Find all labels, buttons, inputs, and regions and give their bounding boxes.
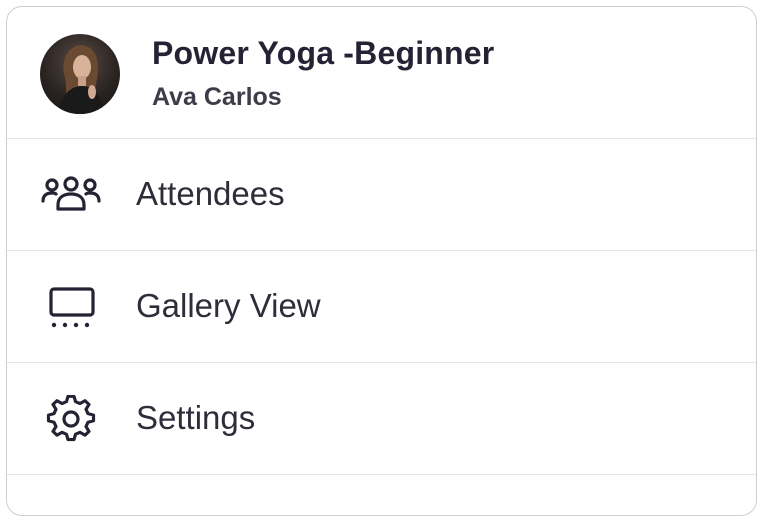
host-name: Ava Carlos: [152, 83, 282, 111]
gear-icon: [39, 394, 103, 443]
gallery-view-icon: [39, 283, 103, 331]
menu-item-label: Gallery View: [136, 287, 321, 324]
menu-item-label: Settings: [136, 399, 256, 436]
menu-footer: [7, 475, 756, 515]
menu-item-settings[interactable]: Settings: [7, 363, 756, 475]
menu-item-gallery-view[interactable]: Gallery View: [7, 251, 756, 363]
menu-item-label: Attendees: [136, 175, 285, 212]
meeting-title: Power Yoga -Beginner: [152, 35, 495, 71]
meeting-menu-card: Power Yoga -Beginner Ava Carlos Attendee…: [6, 6, 757, 516]
host-avatar: [40, 34, 120, 114]
attendees-icon: [39, 171, 103, 219]
meeting-header: Power Yoga -Beginner Ava Carlos: [7, 7, 756, 139]
menu-item-attendees[interactable]: Attendees: [7, 139, 756, 251]
